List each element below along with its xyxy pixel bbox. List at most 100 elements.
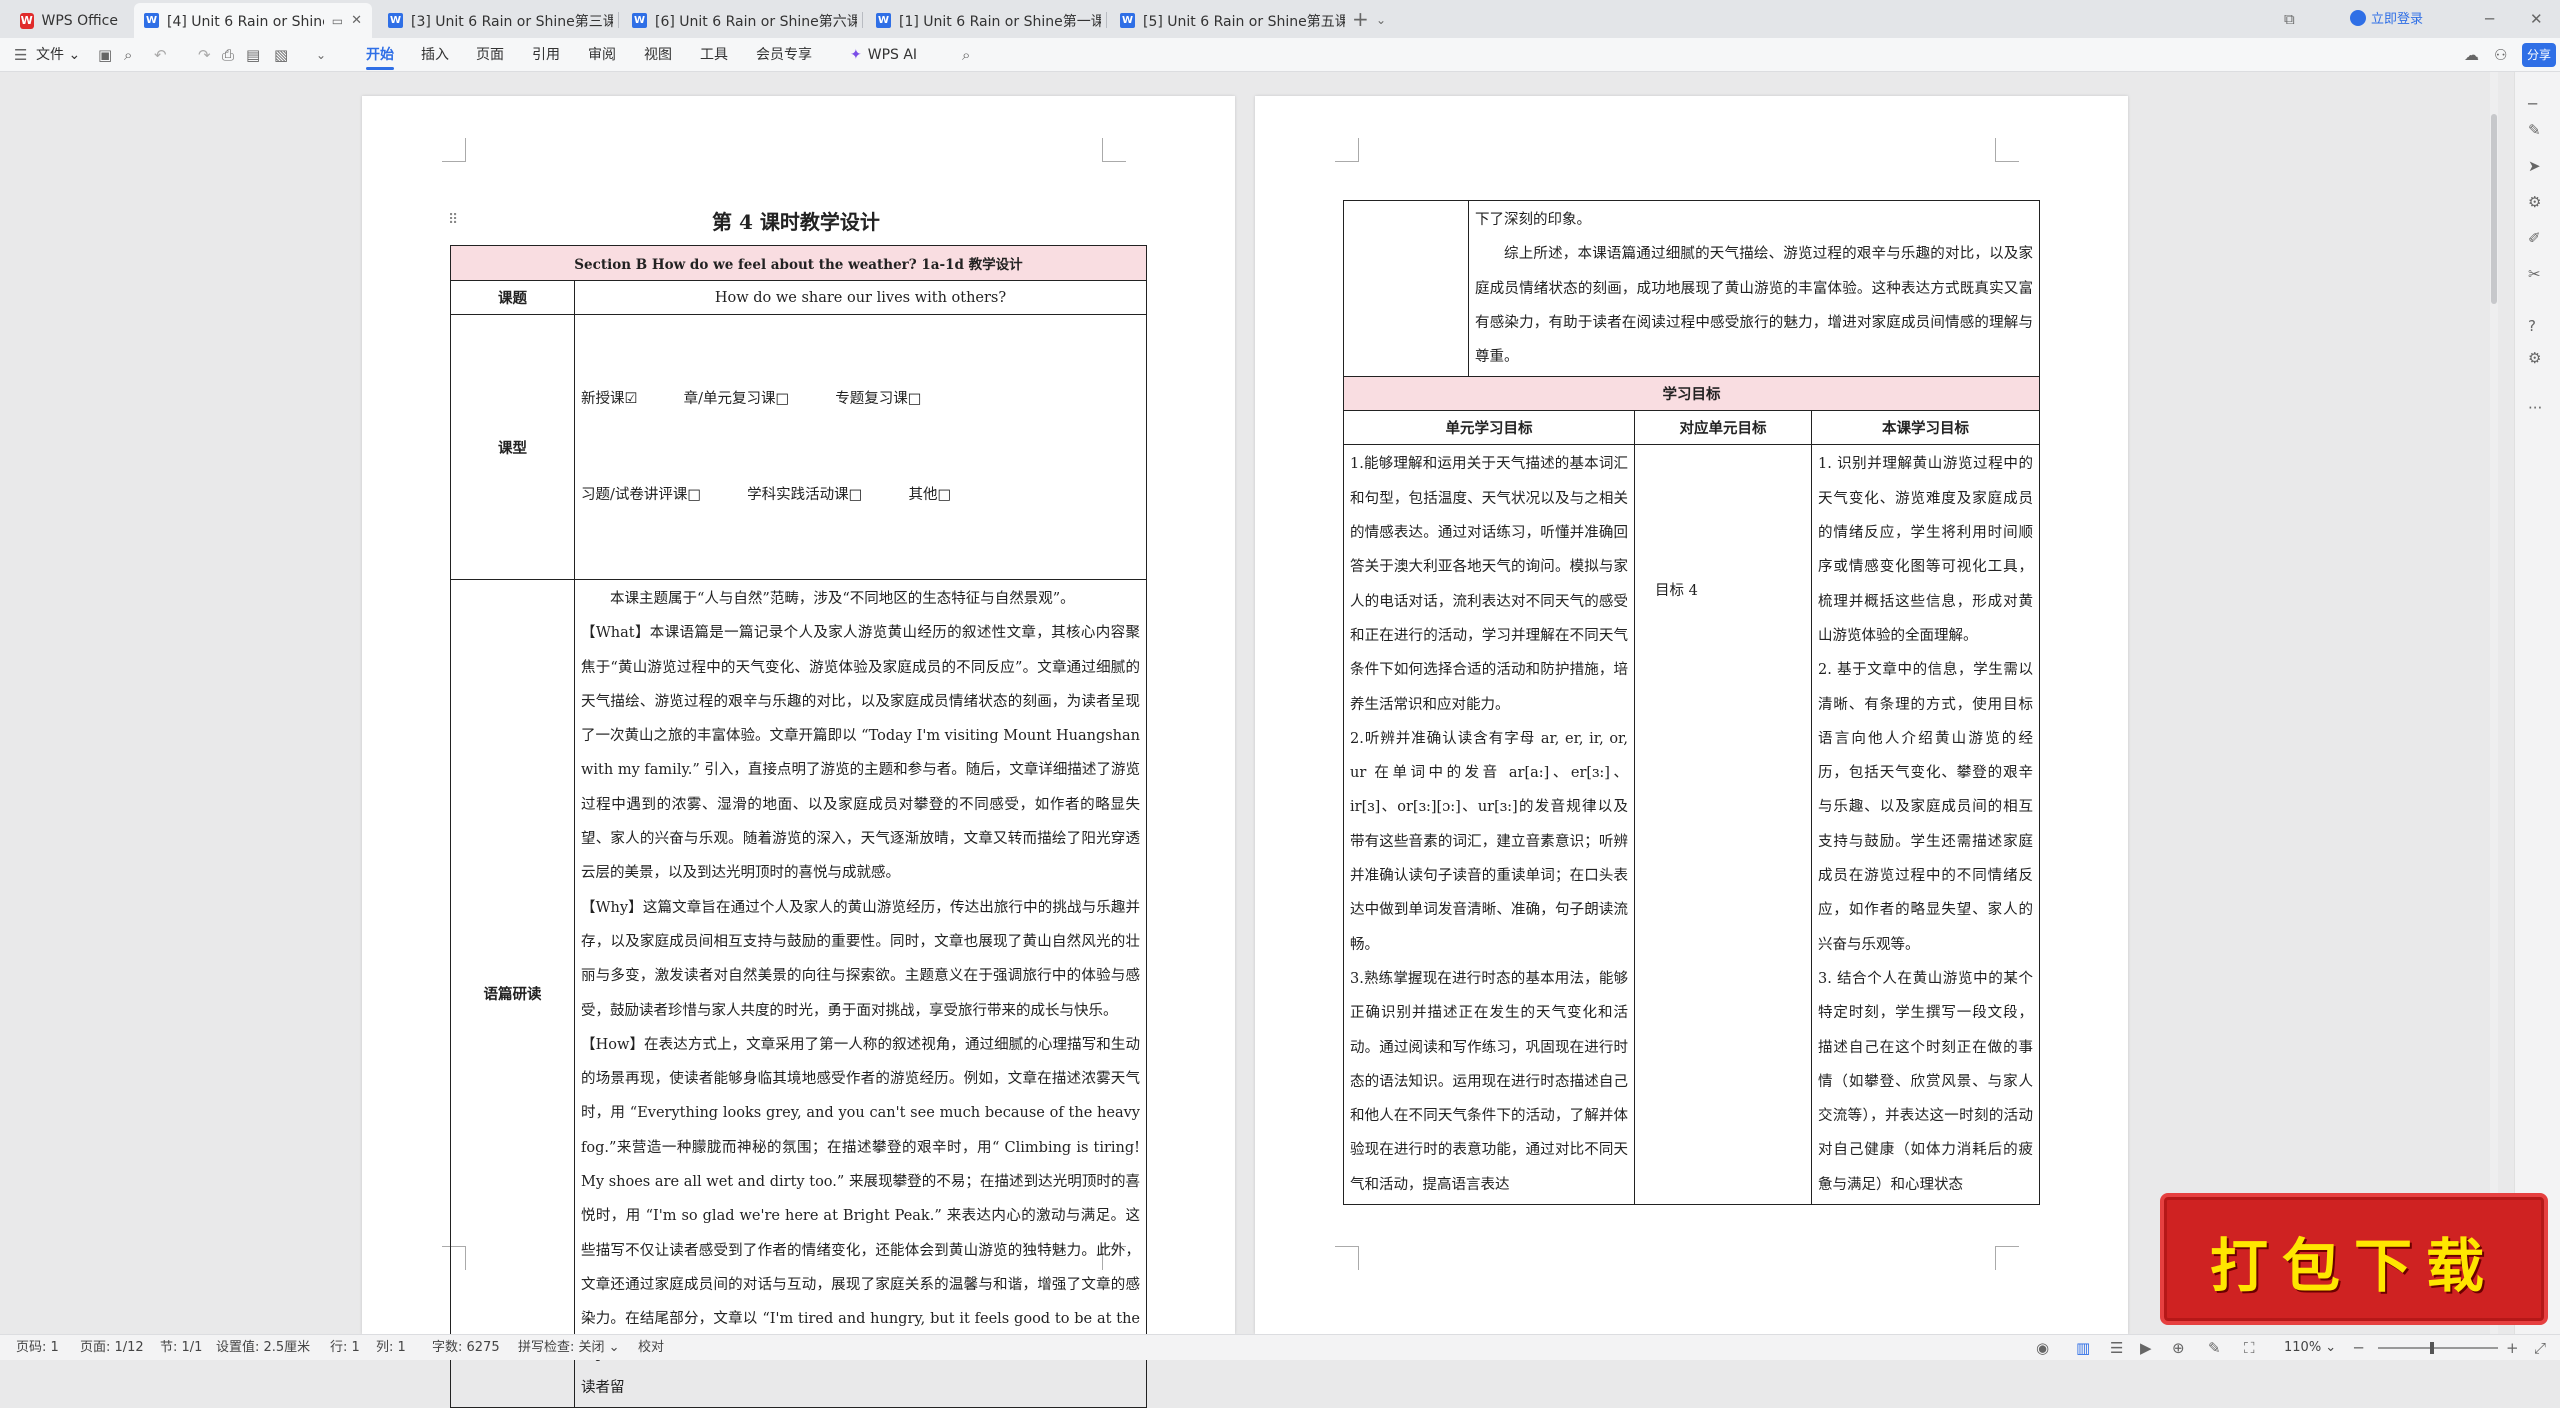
minimize-icon[interactable]: ─ [2485, 9, 2494, 29]
fullscreen-icon[interactable]: ⤢ [2534, 1338, 2546, 1358]
zoom-in-icon[interactable]: + [2506, 1338, 2519, 1358]
ribbon-tab-references[interactable]: 引用 [532, 38, 560, 72]
analysis-continued: 下了深刻的印象。 综上所述，本课语篇通过细腻的天气描绘、游览过程的艰辛与乐趣的对… [1468, 199, 2040, 378]
tab-wps-office[interactable]: W WPS Office [10, 3, 128, 38]
goals-header: 学习目标 [1343, 376, 2040, 412]
topic-label: 课题 [450, 280, 575, 315]
download-banner[interactable]: 打包下载 [2160, 1193, 2548, 1325]
close-window-icon[interactable]: ✕ [2530, 9, 2543, 29]
matched-goal-col: 对应单元目标 [1634, 410, 1812, 446]
ribbon-tab-home[interactable]: 开始 [366, 38, 394, 72]
right-sidebar: ─ ✎ ➤ ⚙ ✐ ✂ ? ⚙ ··· [2514, 72, 2560, 1334]
window-icon[interactable]: ▭ [332, 14, 343, 28]
edit-icon[interactable]: ✐ [2528, 228, 2541, 248]
pen-icon[interactable]: ✎ [2528, 120, 2541, 140]
chevron-down-icon[interactable]: ⌄ [1376, 10, 1386, 30]
collab-icon[interactable]: ⚇ [2494, 45, 2507, 65]
status-spell[interactable]: 拼写检查: 关闭 ⌄ [518, 1335, 620, 1360]
vertical-scrollbar[interactable] [2490, 72, 2498, 1334]
eye-icon[interactable]: ◉ [2036, 1338, 2049, 1358]
zoom-level[interactable]: 110% ⌄ [2284, 1335, 2336, 1360]
more-chevron-icon[interactable]: ⌄ [316, 45, 326, 65]
lesson-plan-table: Section B How do we feel about the weath… [450, 245, 1147, 1408]
unit-goals-col: 单元学习目标 [1343, 410, 1635, 446]
ribbon: ☰ 文件 ⌄ ▣ ⌕ ↶ ↷ ⎙ ▤ ▧ ⌄ 开始 插入 页面 引用 审阅 视图… [0, 38, 2560, 72]
word-doc-icon: W [632, 13, 647, 28]
zoom-out-icon[interactable]: ─ [2354, 1338, 2363, 1358]
ribbon-tab-insert[interactable]: 插入 [421, 38, 449, 72]
tab-document-6[interactable]: W [6] Unit 6 Rain or Shine第六课时 [622, 3, 857, 38]
save-icon[interactable]: ▣ [98, 45, 112, 65]
cloud-icon[interactable]: ☁ [2464, 45, 2479, 65]
login-link[interactable]: 立即登录 [2350, 8, 2423, 27]
tab-document-5[interactable]: W [5] Unit 6 Rain or Shine第五课时 [1110, 3, 1345, 38]
settings-icon[interactable]: ⚙ [2528, 348, 2541, 368]
word-doc-icon: W [876, 13, 891, 28]
ribbon-tab-member[interactable]: 会员专享 [756, 38, 812, 72]
status-setting: 设置值: 2.5厘米 [216, 1340, 311, 1355]
wps-ai-button[interactable]: ✦ WPS AI [850, 38, 917, 72]
goals-table: 下了深刻的印象。 综上所述，本课语篇通过细腻的天气描绘、游览过程的艰辛与乐趣的对… [1343, 199, 2040, 1206]
export-pdf-icon[interactable]: ▤ [246, 45, 260, 65]
page-view-icon[interactable]: ▥ [2076, 1338, 2090, 1358]
target-ref-cell: 目标 4 [1634, 444, 1812, 1206]
globe-icon[interactable]: ⊕ [2172, 1338, 2185, 1358]
select-icon[interactable]: ➤ [2528, 156, 2541, 176]
section-header: Section B How do we feel about the weath… [450, 245, 1147, 281]
status-bar: 页码: 1 页面: 1/12 节: 1/1 设置值: 2.5厘米 行: 1 列:… [0, 1334, 2560, 1360]
user-avatar-icon [2350, 9, 2366, 26]
file-menu[interactable]: 文件 ⌄ [36, 38, 80, 72]
word-doc-icon: W [388, 13, 403, 28]
status-col: 列: 1 [376, 1340, 406, 1355]
status-row: 行: 1 [330, 1340, 360, 1355]
ribbon-tab-page[interactable]: 页面 [476, 38, 504, 72]
outline-view-icon[interactable]: ☰ [2110, 1338, 2123, 1358]
status-proof[interactable]: 校对 [638, 1335, 664, 1360]
open-icon[interactable]: ⌕ [124, 45, 132, 65]
status-pages[interactable]: 页面: 1/12 [80, 1335, 144, 1360]
settings-sliders-icon[interactable]: ⚙ [2528, 192, 2541, 212]
zoom-slider[interactable] [2378, 1342, 2498, 1354]
status-words[interactable]: 字数: 6275 [432, 1335, 500, 1360]
word-doc-icon: W [1120, 13, 1135, 28]
scrollbar-thumb[interactable] [2491, 114, 2497, 304]
lesson-goals-cell: 1. 识别并理解黄山游览过程中的天气变化、游览难度及家庭成员的情绪反应，学生将利… [1811, 444, 2040, 1206]
tab-document-4[interactable]: W [4] Unit 6 Rain or Shine第 ▭ ✕ [134, 3, 372, 38]
topic-value: How do we share our lives with others? [574, 280, 1147, 315]
tab-document-1[interactable]: W [1] Unit 6 Rain or Shine第一课时 [866, 3, 1101, 38]
unit-goals-cell: 1.能够理解和运用关于天气描述的基本词汇和句型，包括温度、天气状况以及与之相关的… [1343, 444, 1635, 1206]
ribbon-tab-view[interactable]: 视图 [644, 38, 672, 72]
analysis-content: 本课主题属于“人与自然”范畴，涉及“不同地区的生态特征与自然景观”。 【What… [574, 578, 1147, 1408]
menu-icon[interactable]: ☰ [14, 45, 27, 65]
ribbon-tab-review[interactable]: 审阅 [588, 38, 616, 72]
print-icon[interactable]: ⎙ [222, 45, 234, 65]
image-icon[interactable]: ▧ [274, 45, 288, 65]
type-options[interactable]: 新授课☑ 章/单元复习课□ 专题复习课□ 习题/试卷讲评课□ 学科实践活动课□ … [574, 314, 1147, 580]
more-icon[interactable]: ··· [2528, 398, 2542, 418]
fit-icon[interactable]: ⛶ [2244, 1338, 2255, 1358]
page-2: 下了深刻的印象。 综上所述，本课语篇通过细腻的天气描绘、游览过程的艰辛与乐趣的对… [1255, 96, 2128, 1334]
drag-handle-icon[interactable]: ⠿ [448, 212, 458, 228]
tab-bar: W WPS Office W [4] Unit 6 Rain or Shine第… [0, 0, 2560, 38]
collapse-icon[interactable]: ─ [2528, 94, 2537, 114]
pen-view-icon[interactable]: ✎ [2208, 1338, 2221, 1358]
undo-icon[interactable]: ↶ [154, 45, 167, 65]
lesson-goals-col: 本课学习目标 [1811, 410, 2040, 446]
add-tab-icon[interactable]: + [1352, 9, 1369, 29]
status-page: 页码: 1 [16, 1340, 59, 1355]
multi-window-icon[interactable]: ⧉ [2284, 9, 2295, 29]
help-icon[interactable]: ? [2528, 316, 2536, 336]
tools-icon[interactable]: ✂ [2528, 264, 2541, 284]
word-doc-icon: W [144, 13, 159, 28]
close-tab-icon[interactable]: ✕ [351, 13, 362, 28]
share-button[interactable]: 分享 [2522, 43, 2556, 67]
tab-document-3[interactable]: W [3] Unit 6 Rain or Shine第三课时 [378, 3, 613, 38]
status-section: 节: 1/1 [160, 1340, 203, 1355]
ribbon-tab-tools[interactable]: 工具 [700, 38, 728, 72]
web-view-icon[interactable]: ▶ [2140, 1338, 2152, 1358]
redo-icon[interactable]: ↷ [198, 45, 211, 65]
lesson-title: 第 4 课时教学设计 [712, 210, 880, 234]
zoom-slider-handle[interactable] [2430, 1342, 2434, 1354]
wps-logo-icon: W [20, 12, 34, 29]
search-icon[interactable]: ⌕ [962, 45, 970, 65]
